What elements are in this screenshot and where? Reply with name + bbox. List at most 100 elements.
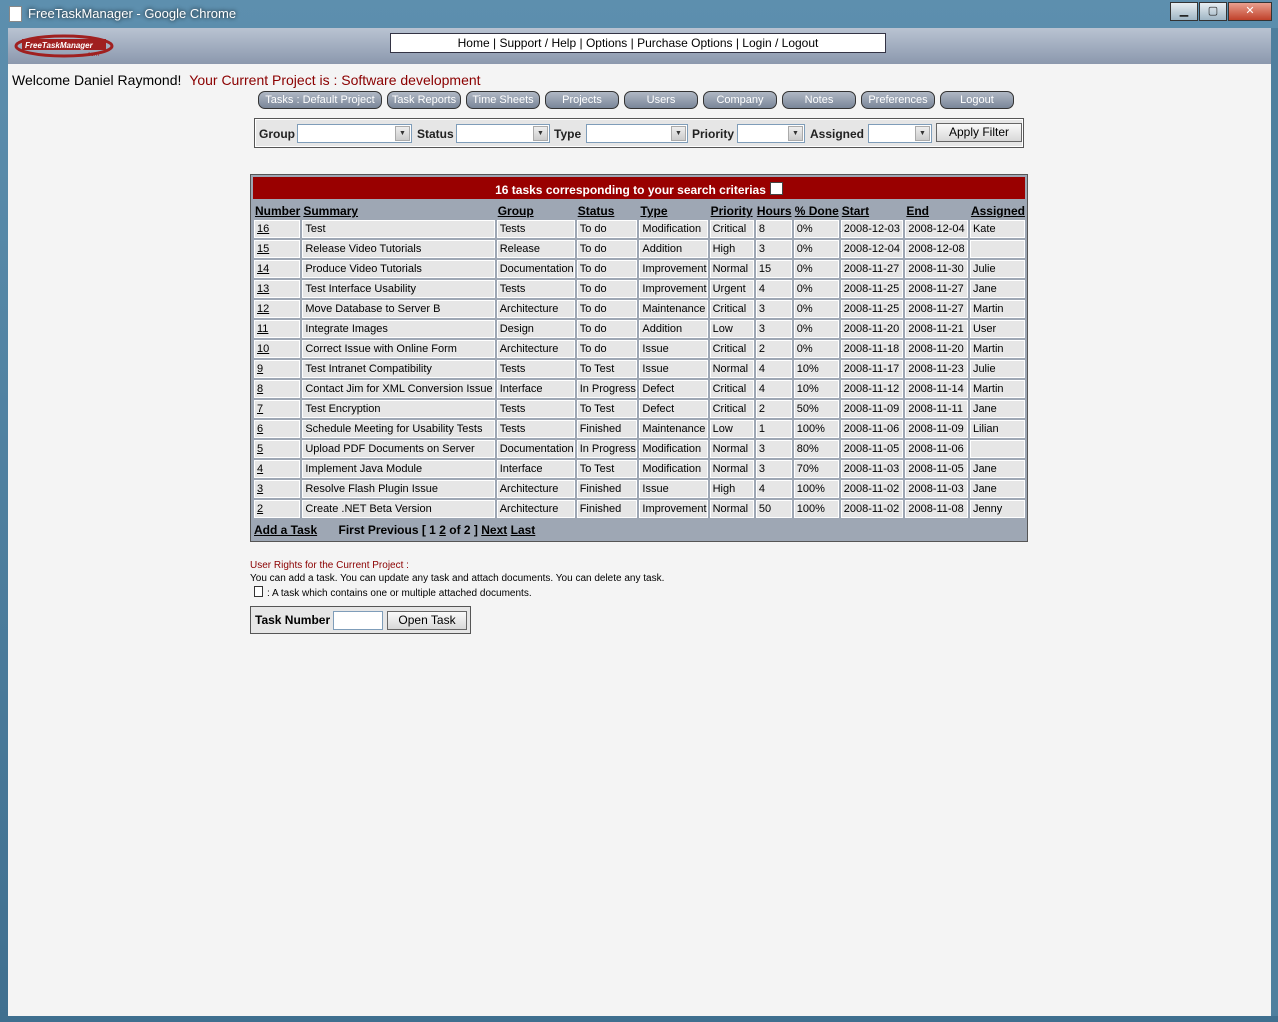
cell-number[interactable]: 15 [254, 240, 301, 258]
cell-start: 2008-11-25 [840, 300, 904, 318]
cell-summary: Test Interface Usability [302, 280, 495, 298]
cell-number[interactable]: 11 [254, 320, 301, 338]
cell-group: Architecture [496, 300, 575, 318]
cell-number[interactable]: 13 [254, 280, 301, 298]
cell-number[interactable]: 6 [254, 420, 301, 438]
cell-percent-done: 0% [793, 260, 839, 278]
assigned-select[interactable]: ▼ [868, 124, 932, 143]
pager-next[interactable]: Next [481, 523, 507, 537]
preferences-button[interactable]: Preferences [861, 91, 935, 109]
cell-number[interactable]: 5 [254, 440, 301, 458]
add-task-link[interactable]: Add a Task [254, 523, 317, 537]
minimize-button[interactable]: ▁ [1170, 2, 1198, 21]
priority-select[interactable]: ▼ [737, 124, 805, 143]
company-button[interactable]: Company [703, 91, 777, 109]
tasks-count-title: 16 tasks corresponding to your search cr… [495, 183, 766, 197]
task-reports-button[interactable]: Task Reports [387, 91, 461, 109]
col-priority[interactable]: Priority [710, 204, 754, 218]
time-sheets-button[interactable]: Time Sheets [466, 91, 540, 109]
col-number[interactable]: Number [254, 204, 300, 218]
logo-text: FreeTaskManager [25, 41, 94, 50]
cell-number[interactable]: 4 [254, 460, 301, 478]
cell-percent-done: 80% [793, 440, 839, 458]
close-button[interactable]: ✕ [1228, 2, 1272, 21]
nav-home[interactable]: Home [458, 36, 490, 50]
col-status[interactable]: Status [577, 204, 638, 218]
cell-hours: 4 [755, 360, 792, 378]
logout-button[interactable]: Logout [940, 91, 1014, 109]
col-group[interactable]: Group [497, 204, 575, 218]
cell-end: 2008-11-20 [905, 340, 968, 358]
cell-hours: 4 [755, 480, 792, 498]
nav-support-help[interactable]: Support / Help [499, 36, 576, 50]
nav-login-logout[interactable]: Login / Logout [742, 36, 818, 50]
cell-number[interactable]: 2 [254, 500, 301, 518]
cell-percent-done: 100% [793, 420, 839, 438]
user-rights: User Rights for the Current Project : Yo… [250, 560, 664, 599]
cell-end: 2008-11-30 [905, 260, 968, 278]
cell-hours: 3 [755, 440, 792, 458]
type-select[interactable]: ▼ [586, 124, 688, 143]
cell-hours: 3 [755, 320, 792, 338]
cell-assigned: Jane [969, 280, 1025, 298]
pager-first-previous: First Previous [ 1 [338, 523, 436, 537]
logo-suffix: .com [86, 52, 99, 58]
projects-button[interactable]: Projects [545, 91, 619, 109]
maximize-button[interactable]: ▢ [1199, 2, 1227, 21]
open-task-button[interactable]: Open Task [387, 611, 467, 630]
col-type[interactable]: Type [639, 204, 707, 218]
window-frame-right [1271, 28, 1278, 1016]
cell-group: Architecture [496, 500, 575, 518]
page-icon [9, 6, 22, 22]
notes-button[interactable]: Notes [782, 91, 856, 109]
col-percent-done[interactable]: % Done [794, 204, 839, 218]
table-header-row: Number Summary Group Status Type Priorit… [254, 204, 1025, 218]
cell-number[interactable]: 9 [254, 360, 301, 378]
cell-priority: Critical [709, 300, 754, 318]
cell-priority: Normal [709, 360, 754, 378]
cell-percent-done: 0% [793, 240, 839, 258]
col-start[interactable]: Start [841, 204, 904, 218]
cell-number[interactable]: 7 [254, 400, 301, 418]
nav-purchase-options[interactable]: Purchase Options [637, 36, 732, 50]
cell-start: 2008-11-05 [840, 440, 904, 458]
col-end[interactable]: End [905, 204, 968, 218]
chevron-down-icon: ▼ [915, 126, 930, 141]
table-row: 14 Produce Video Tutorials Documentation To… [254, 260, 1025, 278]
table-row: 4 Implement Java Module Interface To Test Mo… [254, 460, 1025, 478]
cell-group: Tests [496, 400, 575, 418]
cell-number[interactable]: 8 [254, 380, 301, 398]
table-row: 12 Move Database to Server B Architecture T… [254, 300, 1025, 318]
pager-page-2[interactable]: 2 [439, 523, 446, 537]
cell-number[interactable]: 14 [254, 260, 301, 278]
col-hours[interactable]: Hours [756, 204, 792, 218]
cell-assigned: Julie [969, 360, 1025, 378]
cell-number[interactable]: 3 [254, 480, 301, 498]
cell-summary: Release Video Tutorials [302, 240, 495, 258]
freetaskmanager-logo[interactable]: FreeTaskManager .com [14, 32, 114, 58]
cell-hours: 3 [755, 300, 792, 318]
col-assigned[interactable]: Assigned [970, 204, 1025, 218]
cell-priority: Critical [709, 340, 754, 358]
cell-number[interactable]: 12 [254, 300, 301, 318]
cell-start: 2008-11-20 [840, 320, 904, 338]
cell-end: 2008-11-09 [905, 420, 968, 438]
pager-last[interactable]: Last [511, 523, 536, 537]
cell-summary: Test Intranet Compatibility [302, 360, 495, 378]
cell-number[interactable]: 10 [254, 340, 301, 358]
users-button[interactable]: Users [624, 91, 698, 109]
cell-assigned: Martin [969, 340, 1025, 358]
cell-assigned: Martin [969, 300, 1025, 318]
cell-number[interactable]: 16 [254, 220, 301, 238]
col-summary[interactable]: Summary [302, 204, 494, 218]
cell-type: Modification [639, 440, 708, 458]
group-select[interactable]: ▼ [297, 124, 412, 143]
cell-status: Finished [576, 500, 638, 518]
cell-hours: 4 [755, 280, 792, 298]
apply-filter-button[interactable]: Apply Filter [936, 123, 1022, 142]
nav-options[interactable]: Options [586, 36, 627, 50]
task-number-label: Task Number [255, 613, 331, 627]
status-select[interactable]: ▼ [456, 124, 550, 143]
tasks-default-project-button[interactable]: Tasks : Default Project [258, 91, 382, 109]
task-number-input[interactable] [333, 611, 383, 630]
